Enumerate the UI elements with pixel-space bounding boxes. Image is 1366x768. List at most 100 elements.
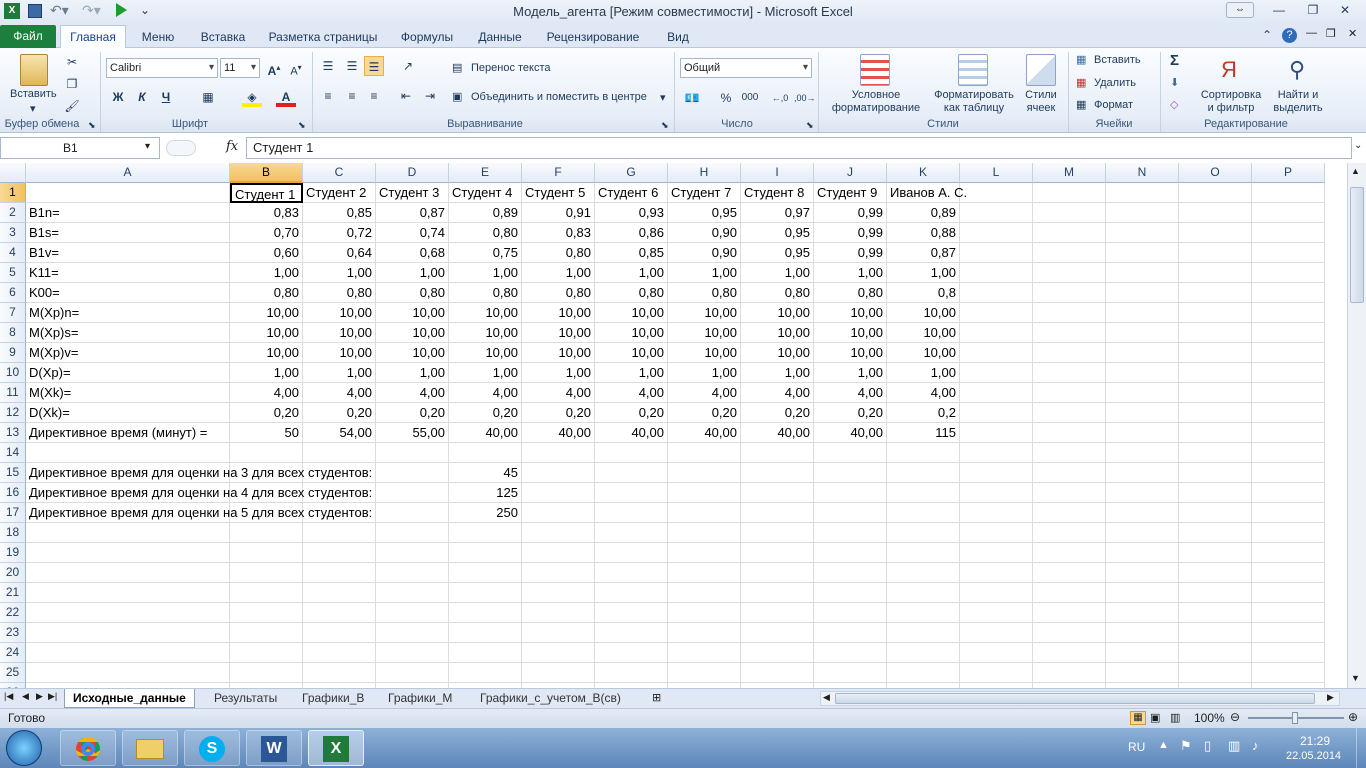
- cell[interactable]: [960, 603, 1033, 623]
- cell[interactable]: 0,20: [376, 403, 449, 423]
- cell[interactable]: [26, 603, 230, 623]
- cell[interactable]: [595, 583, 668, 603]
- cell[interactable]: [1179, 223, 1252, 243]
- font-launcher-icon[interactable]: ⬊: [298, 120, 306, 131]
- cell[interactable]: 4,00: [230, 383, 303, 403]
- cell[interactable]: [1033, 223, 1106, 243]
- ribbon-toggle-button[interactable]: ⇔: [1226, 2, 1254, 18]
- fill-icon[interactable]: ⬇: [1170, 76, 1179, 89]
- cell[interactable]: [230, 623, 303, 643]
- cell[interactable]: [887, 603, 960, 623]
- cell[interactable]: 0,87: [887, 243, 960, 263]
- cell[interactable]: [1033, 483, 1106, 503]
- clipboard-launcher-icon[interactable]: ⬊: [88, 120, 96, 131]
- row-header[interactable]: 19: [0, 543, 26, 563]
- normal-view-icon[interactable]: ▦: [1130, 711, 1146, 725]
- cell[interactable]: M(Xp)v=: [26, 343, 230, 363]
- bold-button[interactable]: Ж: [108, 87, 128, 107]
- cell[interactable]: [522, 663, 595, 683]
- cell[interactable]: [1033, 663, 1106, 683]
- cell[interactable]: 0,95: [668, 203, 741, 223]
- chrome-icon[interactable]: [60, 730, 116, 766]
- cell[interactable]: [668, 563, 741, 583]
- cell[interactable]: [960, 523, 1033, 543]
- cell[interactable]: [1179, 443, 1252, 463]
- hscroll-left-icon[interactable]: ◀: [823, 692, 830, 703]
- cell[interactable]: [1179, 343, 1252, 363]
- cell[interactable]: [26, 563, 230, 583]
- cell[interactable]: [1252, 603, 1325, 623]
- format-as-table-button[interactable]: Форматировать как таблицу: [928, 89, 1020, 115]
- cell[interactable]: [1106, 203, 1179, 223]
- cell[interactable]: [376, 583, 449, 603]
- fill-color-icon[interactable]: ◈: [242, 87, 262, 107]
- cell[interactable]: 10,00: [303, 303, 376, 323]
- cell[interactable]: [1106, 483, 1179, 503]
- cell[interactable]: [522, 443, 595, 463]
- cell[interactable]: 0,97: [741, 203, 814, 223]
- cell[interactable]: 1,00: [741, 263, 814, 283]
- language-indicator[interactable]: RU: [1128, 740, 1145, 754]
- formula-input[interactable]: Студент 1: [246, 137, 1352, 159]
- cell[interactable]: [303, 563, 376, 583]
- column-header[interactable]: C: [303, 163, 376, 183]
- cell[interactable]: [668, 463, 741, 483]
- row-header[interactable]: 13: [0, 423, 26, 443]
- cell[interactable]: 50: [230, 423, 303, 443]
- font-color-icon[interactable]: A: [276, 87, 296, 107]
- cell[interactable]: B1v=: [26, 243, 230, 263]
- cell[interactable]: 1,00: [303, 263, 376, 283]
- cell[interactable]: [1179, 543, 1252, 563]
- cell[interactable]: D(Xp)=: [26, 363, 230, 383]
- hscroll-thumb[interactable]: [835, 693, 1315, 704]
- cell[interactable]: M(Xp)n=: [26, 303, 230, 323]
- format-cells-icon[interactable]: ▦: [1076, 98, 1086, 111]
- cell[interactable]: [741, 603, 814, 623]
- cell[interactable]: [887, 583, 960, 603]
- font-size-select[interactable]: 11: [220, 58, 260, 78]
- cell[interactable]: 0,86: [595, 223, 668, 243]
- cell[interactable]: 0,99: [814, 203, 887, 223]
- sheet-tab-ishodnye[interactable]: Исходные_данные: [64, 689, 195, 708]
- tray-device-icon[interactable]: ▯: [1204, 738, 1211, 754]
- cell[interactable]: 0,68: [376, 243, 449, 263]
- sheet-nav-next-icon[interactable]: ▶: [36, 691, 43, 702]
- cell[interactable]: [1252, 323, 1325, 343]
- cell[interactable]: [960, 323, 1033, 343]
- cell[interactable]: 10,00: [741, 303, 814, 323]
- cell[interactable]: [741, 663, 814, 683]
- cell[interactable]: [1252, 263, 1325, 283]
- cell[interactable]: 0,88: [887, 223, 960, 243]
- cell[interactable]: [887, 483, 960, 503]
- cell[interactable]: [1106, 523, 1179, 543]
- tab-menu[interactable]: Меню: [134, 28, 182, 48]
- wrap-text-icon[interactable]: ▤: [452, 61, 462, 74]
- cell[interactable]: [741, 503, 814, 523]
- cell[interactable]: [814, 583, 887, 603]
- cell[interactable]: [741, 443, 814, 463]
- cell[interactable]: [595, 643, 668, 663]
- cell[interactable]: [1033, 283, 1106, 303]
- cell[interactable]: [1252, 303, 1325, 323]
- row-header[interactable]: 9: [0, 343, 26, 363]
- cell[interactable]: [230, 603, 303, 623]
- cell[interactable]: [1033, 463, 1106, 483]
- spreadsheet-grid[interactable]: A B C D E F G H I J K L M N O P 1 Студент 1 Студент 2 Студе…: [0, 163, 1347, 688]
- cell[interactable]: 10,00: [668, 323, 741, 343]
- cell[interactable]: [522, 503, 595, 523]
- cell[interactable]: [595, 443, 668, 463]
- sheet-tab-results[interactable]: Результаты: [206, 689, 285, 708]
- cell[interactable]: 0,80: [449, 283, 522, 303]
- cell[interactable]: B1s=: [26, 223, 230, 243]
- cell[interactable]: [1106, 503, 1179, 523]
- cell[interactable]: [887, 543, 960, 563]
- word-icon[interactable]: W: [246, 730, 302, 766]
- format-painter-icon[interactable]: 🖌: [62, 96, 82, 116]
- cell[interactable]: [1179, 203, 1252, 223]
- cell[interactable]: 0,89: [887, 203, 960, 223]
- sheet-tab-graphs-m[interactable]: Графики_М: [380, 689, 460, 708]
- cell[interactable]: Студент 3: [376, 183, 449, 203]
- cell[interactable]: D(Xk)=: [26, 403, 230, 423]
- cell[interactable]: 0,80: [522, 243, 595, 263]
- cell[interactable]: [1033, 303, 1106, 323]
